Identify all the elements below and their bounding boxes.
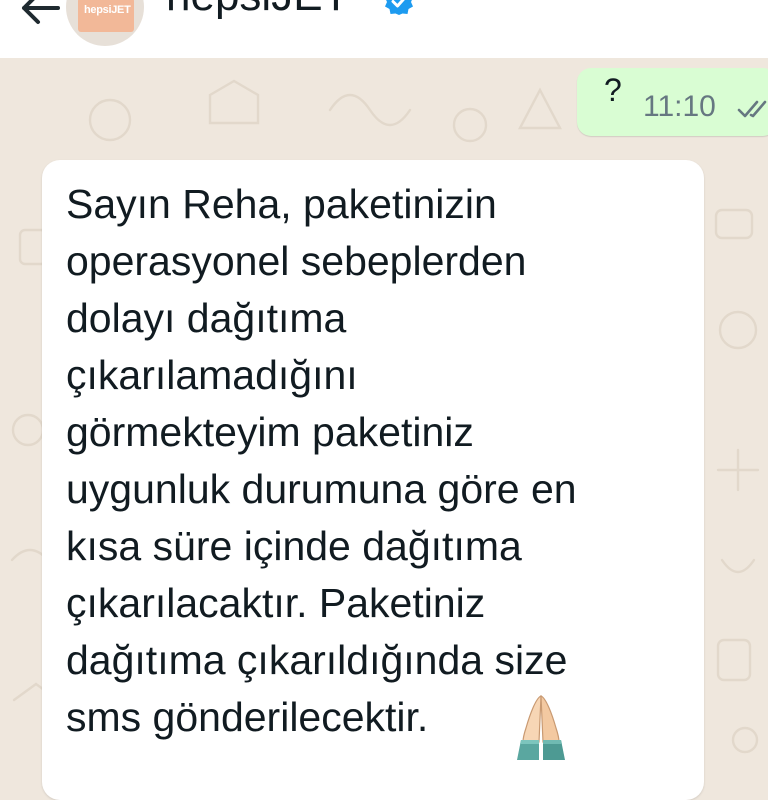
message-line: çıkarılacaktır. Paketiniz xyxy=(66,580,486,626)
arrow-left-icon[interactable] xyxy=(18,0,62,30)
message-line: Sayın Reha, paketinizin xyxy=(66,181,497,227)
avatar-logo-card: hepsiJET xyxy=(78,0,134,32)
message-line: uygunluk durumuna göre en xyxy=(66,466,577,512)
message-text: Sayın Reha, paketinizin operasyonel sebe… xyxy=(66,176,696,746)
contact-avatar[interactable]: hepsiJET xyxy=(66,0,144,46)
contact-name[interactable]: hepsiJET xyxy=(166,0,349,18)
message-line: görmekteyim paketiniz xyxy=(66,409,474,455)
message-line: kısa süre içinde dağıtıma xyxy=(66,523,522,569)
message-line: çıkarılamadığını xyxy=(66,352,358,398)
incoming-message[interactable]: Sayın Reha, paketinizin operasyonel sebe… xyxy=(42,160,704,800)
folded-hands-icon xyxy=(517,695,565,760)
message-line: operasyonel sebeplerden xyxy=(66,238,527,284)
verified-badge-icon xyxy=(385,0,413,15)
message-line: dolayı dağıtıma xyxy=(66,295,347,341)
message-line: sms gönderilecektir. xyxy=(66,694,429,740)
message-time: 11:10 xyxy=(643,90,716,123)
chat-header: hepsiJET hepsiJET xyxy=(0,0,768,58)
message-line: dağıtıma çıkarıldığında size xyxy=(66,637,568,683)
avatar-logo-text: hepsiJET xyxy=(84,4,131,16)
outgoing-message[interactable]: ? 11:10 xyxy=(577,68,768,136)
double-check-icon xyxy=(737,100,767,118)
message-text: ? xyxy=(604,72,622,108)
